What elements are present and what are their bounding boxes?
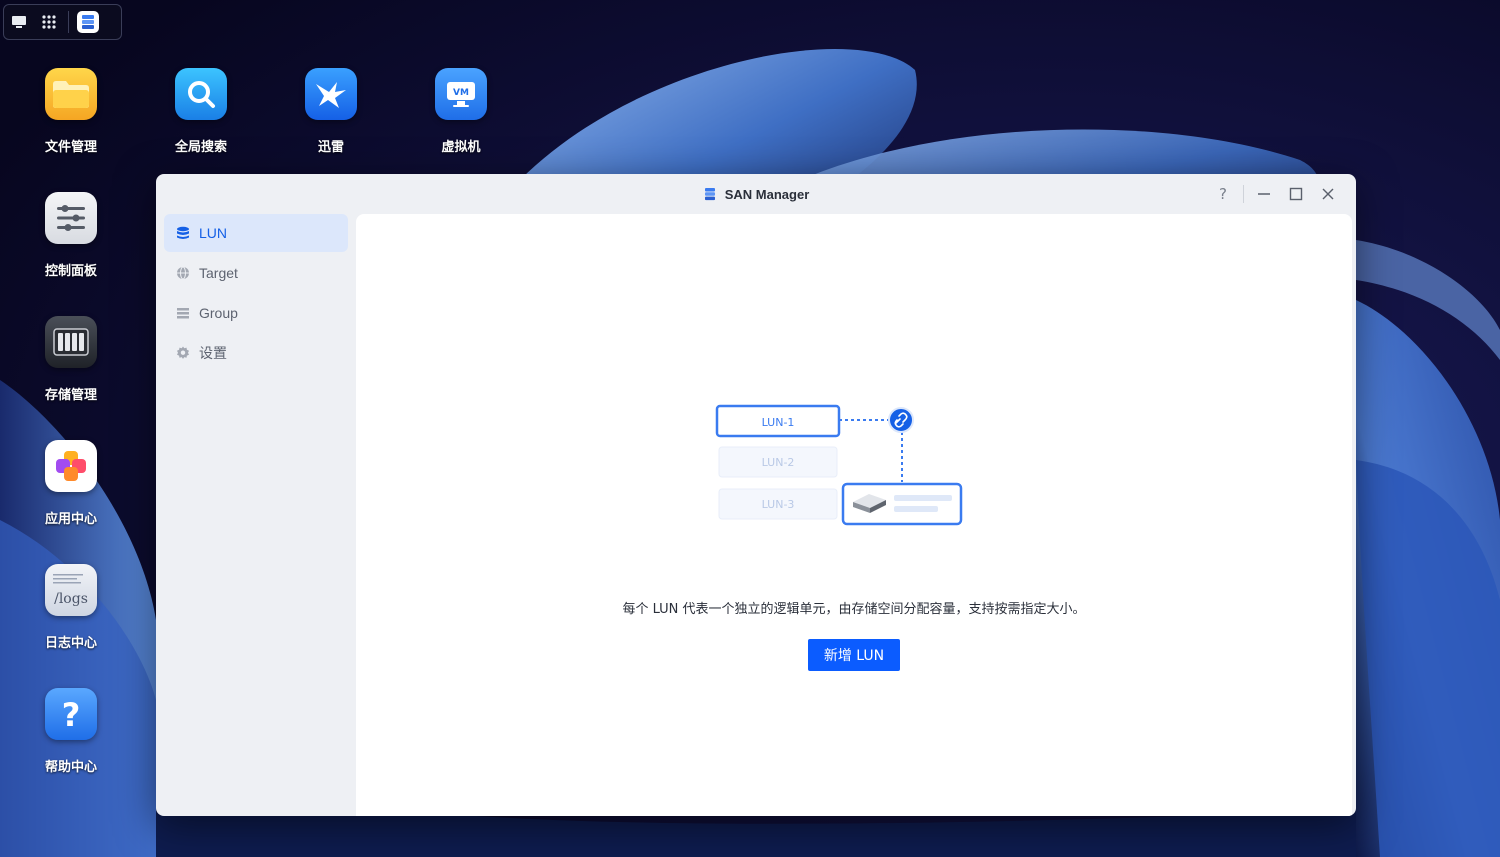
help-icon: ? [1219, 185, 1227, 203]
app-grid-button[interactable] [34, 7, 64, 37]
taskbar-divider [68, 11, 69, 33]
app-grid-icon [42, 15, 56, 29]
taskbar-san-manager[interactable] [73, 7, 103, 37]
add-lun-button[interactable]: 新增 LUN [808, 639, 900, 671]
logs-icon: /logs [45, 564, 97, 616]
desktop-icon-label: 应用中心 [44, 512, 97, 527]
desktop-icon-file-manager[interactable]: 文件管理 [16, 68, 126, 155]
window-title: SAN Manager [724, 186, 810, 202]
storage-icon [45, 316, 97, 368]
minimize-button[interactable] [1248, 182, 1280, 206]
maximize-icon [1289, 187, 1303, 201]
search-icon [175, 68, 227, 120]
sidebar-item-label: 设置 [199, 345, 227, 361]
desktop-icon-label: 迅雷 [317, 140, 344, 155]
help-button[interactable]: ? [1207, 182, 1239, 206]
window-controls: ? [1207, 182, 1344, 206]
sidebar-item-target[interactable]: Target [164, 254, 348, 292]
desktop-icon-global-search[interactable]: 全局搜索 [146, 68, 256, 155]
san-manager-window: SAN Manager ? LUN Target Group 设置 LUN-1 … [156, 174, 1356, 816]
sidebar-item-group[interactable]: Group [164, 294, 348, 332]
placeholder-bar [894, 506, 938, 512]
desktop-icon-label: 文件管理 [44, 140, 97, 155]
globe-icon [177, 266, 189, 280]
sliders-icon [45, 192, 97, 244]
desktop-icon-label: 全局搜索 [174, 140, 227, 155]
desktop-icon-help-center[interactable]: ? 帮助中心 [16, 688, 126, 775]
app-center-icon [45, 440, 97, 492]
san-manager-icon [704, 188, 715, 201]
minimize-icon [1258, 193, 1270, 195]
close-button[interactable] [1312, 182, 1344, 206]
window-title-area: SAN Manager [156, 174, 1356, 214]
lun-1-label: LUN-1 [762, 416, 795, 429]
folder-icon [45, 68, 97, 120]
main-content: LUN-1 LUN-2 LUN-3 每个 LUN 代表一个独立的逻辑单元，由存储… [356, 214, 1352, 816]
close-icon [1322, 188, 1334, 200]
logs-badge-text: /logs [54, 591, 88, 607]
desktop-icon-label: 虚拟机 [441, 140, 481, 155]
database-icon [177, 226, 189, 239]
desktop-icon-label: 帮助中心 [44, 760, 97, 775]
sidebar-item-label: Group [199, 305, 238, 321]
taskbar [3, 4, 122, 40]
help-icon: ? [45, 688, 97, 740]
sidebar-item-settings[interactable]: 设置 [164, 334, 348, 372]
desktop-icon-vm[interactable]: VM 虚拟机 [406, 68, 516, 155]
sidebar-item-lun[interactable]: LUN [164, 214, 348, 252]
desktop-icon-label: 存储管理 [44, 388, 97, 403]
gear-icon [177, 346, 189, 359]
desktop-icon [12, 16, 26, 28]
show-desktop-button[interactable] [4, 7, 34, 37]
controls-divider [1243, 185, 1244, 203]
lun-illustration: LUN-1 LUN-2 LUN-3 [715, 404, 963, 526]
placeholder-bar [894, 495, 952, 501]
bird-icon [305, 68, 357, 120]
desktop-icon-log-center[interactable]: /logs 日志中心 [16, 564, 126, 651]
maximize-button[interactable] [1280, 182, 1312, 206]
help-badge-text: ? [62, 696, 81, 732]
sidebar-item-label: LUN [199, 225, 228, 241]
window-titlebar[interactable]: SAN Manager ? [156, 174, 1356, 214]
lun-description: 每个 LUN 代表一个独立的逻辑单元，由存储空间分配容量，支持按需指定大小。 [622, 602, 1086, 617]
desktop-icon-storage[interactable]: 存储管理 [16, 316, 126, 403]
list-icon [177, 308, 189, 319]
desktop-icon-control-panel[interactable]: 控制面板 [16, 192, 126, 279]
lun-3-label: LUN-3 [762, 498, 795, 511]
link-icon [888, 407, 914, 433]
monitor-icon: VM [435, 68, 487, 120]
lun-2-label: LUN-2 [762, 456, 795, 469]
desktop-icon-thunder[interactable]: 迅雷 [276, 68, 386, 155]
desktop-icon-label: 日志中心 [44, 636, 97, 651]
san-manager-icon [77, 11, 99, 33]
sidebar-item-label: Target [199, 265, 238, 281]
desktop-icon-app-center[interactable]: 应用中心 [16, 440, 126, 527]
vm-badge-text: VM [453, 88, 469, 98]
desktop-icon-label: 控制面板 [44, 264, 97, 279]
sidebar: LUN Target Group 设置 [164, 214, 348, 374]
